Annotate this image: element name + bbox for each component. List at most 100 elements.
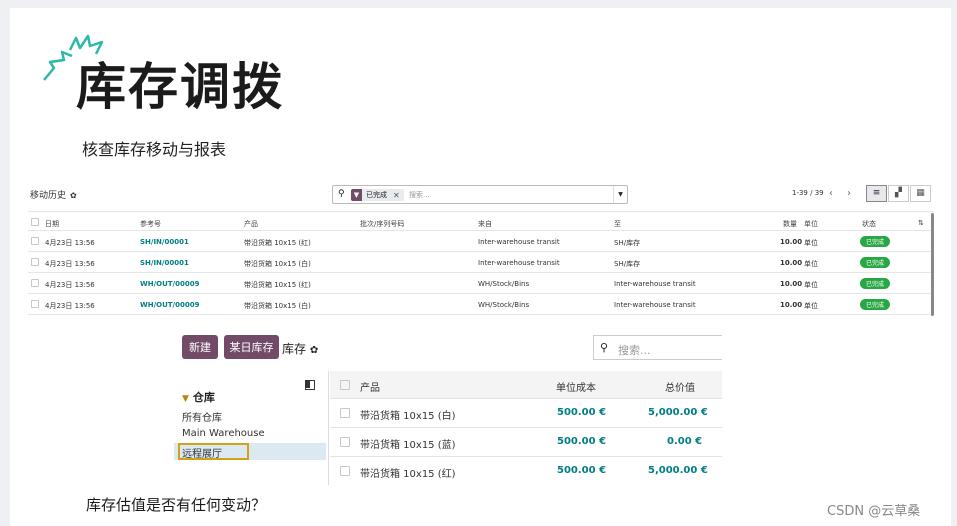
table-row[interactable]: 4月23日 13:56 WH/OUT/00009 带沿货箱 10x15 (白) … bbox=[28, 294, 934, 315]
sidebar-item-main-warehouse[interactable]: Main Warehouse bbox=[182, 428, 265, 439]
row-quantity: 10.00 bbox=[780, 280, 803, 288]
watermark: CSDN @云草桑 bbox=[827, 504, 921, 519]
col-reference[interactable]: 参考号 bbox=[140, 219, 161, 229]
row-from: WH/Stock/Bins bbox=[478, 301, 530, 309]
row-reference[interactable]: SH/IN/00001 bbox=[140, 259, 189, 267]
table-row[interactable]: 带沿货箱 10x15 (蓝) 500.00 € 0.00 € bbox=[330, 428, 722, 457]
col-total-value[interactable]: 总价值 bbox=[665, 379, 695, 394]
moves-control-panel: 移动历史 ✿ ⚲ ▼ 已完成 ✕ 搜索... ▼ 1-39 / 39 ‹ › ≡ … bbox=[28, 183, 934, 209]
list-view-icon[interactable]: ≡ bbox=[866, 185, 887, 202]
col-quantity[interactable]: 数量 bbox=[783, 219, 797, 229]
row-product: 带沿货箱 10x15 (红) bbox=[360, 469, 456, 480]
row-checkbox[interactable] bbox=[31, 237, 39, 245]
row-product: 带沿货箱 10x15 (红) bbox=[244, 281, 311, 289]
moves-search-placeholder[interactable]: 搜索... bbox=[409, 190, 430, 200]
row-unit-cost: 500.00 € bbox=[557, 436, 607, 447]
filter-icon: ▼ bbox=[351, 189, 362, 201]
row-from: Inter-warehouse transit bbox=[478, 238, 560, 246]
valuation-search-placeholder[interactable]: 搜索... bbox=[618, 342, 651, 358]
search-icon: ⚲ bbox=[600, 341, 609, 354]
optional-columns-icon[interactable]: ⇅ bbox=[918, 219, 924, 227]
table-row[interactable]: 4月23日 13:56 SH/IN/00001 带沿货箱 10x15 (红) I… bbox=[28, 231, 934, 252]
row-reference[interactable]: WH/OUT/00009 bbox=[140, 280, 199, 288]
row-unit: 单位 bbox=[804, 281, 818, 289]
col-unit-cost[interactable]: 单位成本 bbox=[556, 379, 596, 394]
select-all-checkbox[interactable] bbox=[340, 380, 350, 390]
row-to: SH/库存 bbox=[614, 260, 641, 268]
row-reference[interactable]: WH/OUT/00009 bbox=[140, 301, 199, 309]
col-date[interactable]: 日期 bbox=[45, 219, 59, 229]
row-unit-cost: 500.00 € bbox=[557, 407, 607, 418]
row-total-value: 5,000.00 € bbox=[648, 407, 708, 418]
slide-subtitle: 核查库存移动与报表 bbox=[82, 140, 227, 159]
kanban-view-icon[interactable]: ▞ bbox=[888, 185, 909, 202]
row-unit: 单位 bbox=[804, 302, 818, 310]
col-status[interactable]: 状态 bbox=[862, 219, 876, 229]
valuation-table-header: 产品 单位成本 总价值 bbox=[330, 371, 722, 399]
status-badge: 已完成 bbox=[860, 299, 891, 310]
pager-previous-icon[interactable]: ‹ bbox=[824, 185, 838, 202]
table-row[interactable]: 带沿货箱 10x15 (红) 500.00 € 5,000.00 € bbox=[330, 457, 722, 486]
filter-facet-label: 已完成 bbox=[366, 191, 387, 199]
row-product: 带沿货箱 10x15 (白) bbox=[244, 302, 311, 310]
row-date: 4月23日 13:56 bbox=[45, 239, 95, 247]
list-scrollbar[interactable] bbox=[931, 213, 934, 316]
sidebar-section-title: ▼ 仓库 bbox=[182, 391, 215, 404]
valuation-search-box[interactable]: ⚲ 搜索... bbox=[593, 335, 722, 360]
pivot-view-icon[interactable]: ▦ bbox=[910, 185, 931, 202]
remove-facet-icon[interactable]: ✕ bbox=[393, 191, 400, 200]
row-checkbox[interactable] bbox=[31, 300, 39, 308]
select-all-checkbox[interactable] bbox=[31, 218, 39, 226]
row-product: 带沿货箱 10x15 (白) bbox=[244, 260, 311, 268]
col-unit[interactable]: 单位 bbox=[804, 219, 818, 229]
row-date: 4月23日 13:56 bbox=[45, 260, 95, 268]
moves-search-box[interactable]: ⚲ ▼ 已完成 ✕ 搜索... ▼ bbox=[332, 185, 628, 204]
row-unit: 单位 bbox=[804, 239, 818, 247]
row-to: SH/库存 bbox=[614, 239, 641, 247]
row-reference[interactable]: SH/IN/00001 bbox=[140, 238, 189, 246]
row-total-value: 5,000.00 € bbox=[648, 465, 708, 476]
row-total-value: 0.00 € bbox=[667, 436, 703, 447]
col-product[interactable]: 产品 bbox=[360, 379, 380, 394]
row-unit: 单位 bbox=[804, 260, 818, 268]
search-dropdown-toggle[interactable]: ▼ bbox=[613, 186, 627, 203]
row-to: Inter-warehouse transit bbox=[614, 301, 696, 309]
row-checkbox[interactable] bbox=[31, 258, 39, 266]
col-to[interactable]: 至 bbox=[614, 219, 621, 229]
warehouse-sidebar: ▼ 仓库 所有仓库 Main Warehouse 远程展厅 bbox=[174, 371, 328, 485]
table-row[interactable]: 4月23日 13:56 SH/IN/00001 带沿货箱 10x15 (白) I… bbox=[28, 252, 934, 273]
inventory-at-date-button[interactable]: 某日库存 bbox=[224, 335, 279, 359]
row-checkbox[interactable] bbox=[340, 466, 350, 476]
table-row[interactable]: 4月23日 13:56 WH/OUT/00009 带沿货箱 10x15 (红) … bbox=[28, 273, 934, 294]
col-lot[interactable]: 批次/序列号码 bbox=[360, 219, 404, 229]
row-from: Inter-warehouse transit bbox=[478, 259, 560, 267]
search-icon: ⚲ bbox=[338, 189, 345, 199]
sidebar-toggle-icon[interactable] bbox=[305, 380, 315, 390]
sidebar-item-all-warehouses[interactable]: 所有仓库 bbox=[182, 409, 222, 424]
valuation-title: 库存 ✿ bbox=[282, 342, 319, 356]
row-quantity: 10.00 bbox=[780, 301, 803, 309]
row-from: WH/Stock/Bins bbox=[478, 280, 530, 288]
status-badge: 已完成 bbox=[860, 257, 891, 268]
row-quantity: 10.00 bbox=[780, 259, 803, 267]
row-product: 带沿货箱 10x15 (红) bbox=[244, 239, 311, 247]
row-checkbox[interactable] bbox=[340, 437, 350, 447]
col-from[interactable]: 来自 bbox=[478, 219, 492, 229]
row-date: 4月23日 13:56 bbox=[45, 281, 95, 289]
gear-icon[interactable]: ✿ bbox=[70, 191, 77, 200]
row-product: 带沿货箱 10x15 (白) bbox=[360, 411, 456, 422]
gear-icon[interactable]: ✿ bbox=[310, 345, 318, 356]
col-product[interactable]: 产品 bbox=[244, 219, 258, 229]
new-button[interactable]: 新建 bbox=[182, 335, 218, 359]
pager-value[interactable]: 1-39 / 39 bbox=[792, 189, 824, 197]
pager-next-icon[interactable]: › bbox=[842, 185, 856, 202]
row-product: 带沿货箱 10x15 (蓝) bbox=[360, 440, 456, 451]
slide-question: 库存估值是否有任何变动？ bbox=[86, 496, 267, 514]
filter-icon: ▼ bbox=[182, 394, 189, 404]
table-row[interactable]: 带沿货箱 10x15 (白) 500.00 € 5,000.00 € bbox=[330, 399, 722, 428]
row-checkbox[interactable] bbox=[31, 279, 39, 287]
filter-facet[interactable]: ▼ 已完成 ✕ bbox=[351, 189, 404, 201]
valuation-table: 产品 单位成本 总价值 带沿货箱 10x15 (白) 500.00 € 5,00… bbox=[330, 371, 722, 486]
row-checkbox[interactable] bbox=[340, 408, 350, 418]
row-quantity: 10.00 bbox=[780, 238, 803, 246]
